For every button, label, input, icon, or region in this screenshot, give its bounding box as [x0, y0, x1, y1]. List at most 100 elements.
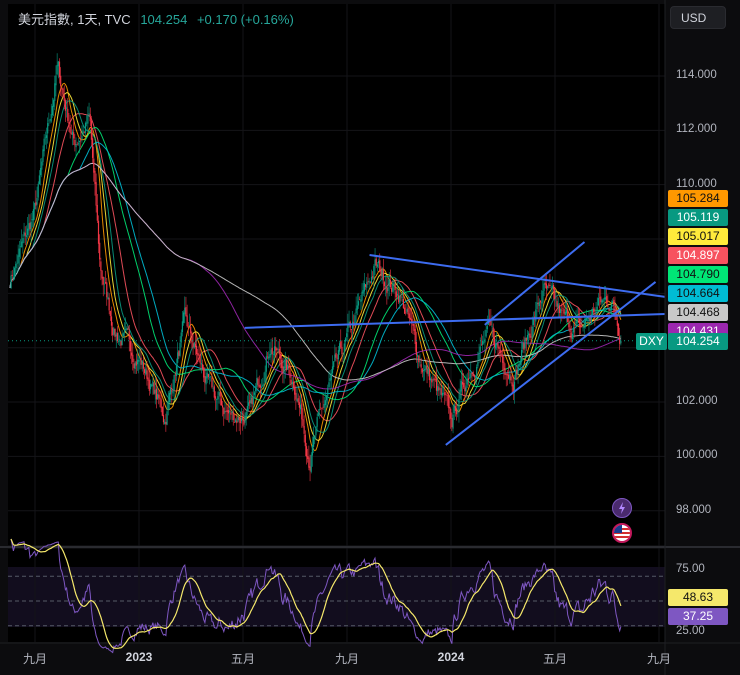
candle-body	[290, 379, 292, 384]
candle-body	[73, 132, 75, 139]
candle-body	[121, 337, 123, 346]
candle-body	[542, 290, 544, 303]
candle-body	[138, 360, 140, 362]
candle-body	[523, 343, 525, 350]
candle-body	[147, 377, 149, 381]
candle-body	[415, 342, 418, 356]
candle-body	[357, 301, 360, 306]
candle-body	[578, 319, 581, 327]
candle-body	[455, 409, 458, 415]
candle-body	[16, 263, 18, 265]
candle-body	[524, 337, 526, 349]
candle-body	[421, 368, 423, 373]
candle-body	[220, 398, 223, 406]
candle-body	[17, 255, 19, 264]
candle-body	[65, 107, 68, 109]
candle-body	[152, 381, 154, 387]
candle-body	[419, 362, 421, 364]
candle-body	[595, 309, 597, 315]
candle-body	[348, 321, 350, 324]
candle-body	[491, 325, 493, 327]
candle-body	[285, 359, 288, 370]
candle-body	[252, 396, 254, 405]
candle-body	[81, 135, 83, 140]
candle-body	[608, 308, 610, 311]
candle-body	[497, 343, 499, 348]
candle-body	[477, 362, 479, 367]
candle-body	[41, 161, 43, 170]
candle-body	[336, 357, 338, 359]
candle-body	[433, 378, 435, 381]
candle-body	[250, 395, 252, 404]
candle-body	[104, 282, 107, 284]
candle-body	[570, 332, 572, 339]
candle-body	[323, 403, 325, 408]
us-flag-icon[interactable]	[612, 523, 632, 543]
candle-body	[341, 347, 343, 355]
candle-body	[226, 410, 228, 412]
candle-body	[165, 421, 167, 425]
candle-body	[549, 284, 551, 286]
candle-body	[115, 334, 117, 337]
candle-body	[432, 379, 434, 381]
candle-body	[441, 392, 444, 396]
candle-body	[169, 388, 172, 395]
candle-body	[75, 144, 77, 148]
candle-body	[305, 446, 308, 457]
candle-body	[162, 415, 165, 423]
lightning-icon[interactable]	[612, 498, 632, 518]
candle-body	[448, 407, 451, 409]
candle-body	[485, 329, 487, 337]
candle-body	[143, 369, 146, 374]
candle-body	[230, 412, 232, 415]
candle-body	[126, 327, 128, 330]
candle-body	[379, 260, 381, 272]
candle-body	[486, 326, 488, 330]
candle-body	[519, 361, 522, 365]
candle-body	[329, 378, 331, 382]
candle-body	[510, 376, 512, 381]
candle-body	[171, 390, 173, 392]
candle-body	[342, 353, 344, 355]
candle-body	[453, 404, 455, 414]
candle-body	[207, 373, 210, 377]
candle-body	[36, 198, 38, 205]
candle-body	[67, 108, 69, 121]
candle-body	[211, 377, 213, 388]
candle-body	[240, 418, 243, 422]
candle-body	[531, 326, 533, 339]
candle-body	[129, 340, 132, 352]
candle-body	[468, 377, 471, 379]
candle-body	[135, 361, 137, 366]
candle-body	[571, 333, 574, 339]
candle-body	[117, 341, 120, 342]
candle-body	[172, 390, 174, 394]
candle-body	[366, 281, 368, 288]
candle-body	[136, 359, 139, 365]
candle-body	[509, 374, 511, 381]
candle-body	[426, 365, 428, 374]
ma-value-tag: 105.284	[668, 190, 728, 207]
candle-body	[431, 378, 433, 383]
candle-body	[396, 294, 399, 296]
candle-body	[315, 426, 317, 436]
ma-value-tag: 105.119	[668, 209, 728, 226]
candle-body	[298, 402, 301, 408]
candle-body	[177, 352, 179, 363]
candle-body	[201, 364, 204, 369]
candle-body	[237, 417, 239, 422]
candle-body	[19, 246, 22, 247]
candle-body	[611, 301, 614, 303]
candle-body	[420, 364, 422, 368]
candle-body	[334, 354, 336, 361]
candle-body	[122, 333, 124, 337]
candle-body	[58, 61, 61, 78]
candle-body	[76, 144, 78, 145]
candle-body	[198, 354, 200, 356]
candle-body	[223, 407, 225, 415]
candle-body	[164, 421, 166, 425]
currency-button[interactable]: USD	[670, 6, 726, 29]
candle-body	[505, 373, 507, 375]
chart-canvas[interactable]	[0, 0, 740, 675]
candle-body	[598, 297, 601, 299]
